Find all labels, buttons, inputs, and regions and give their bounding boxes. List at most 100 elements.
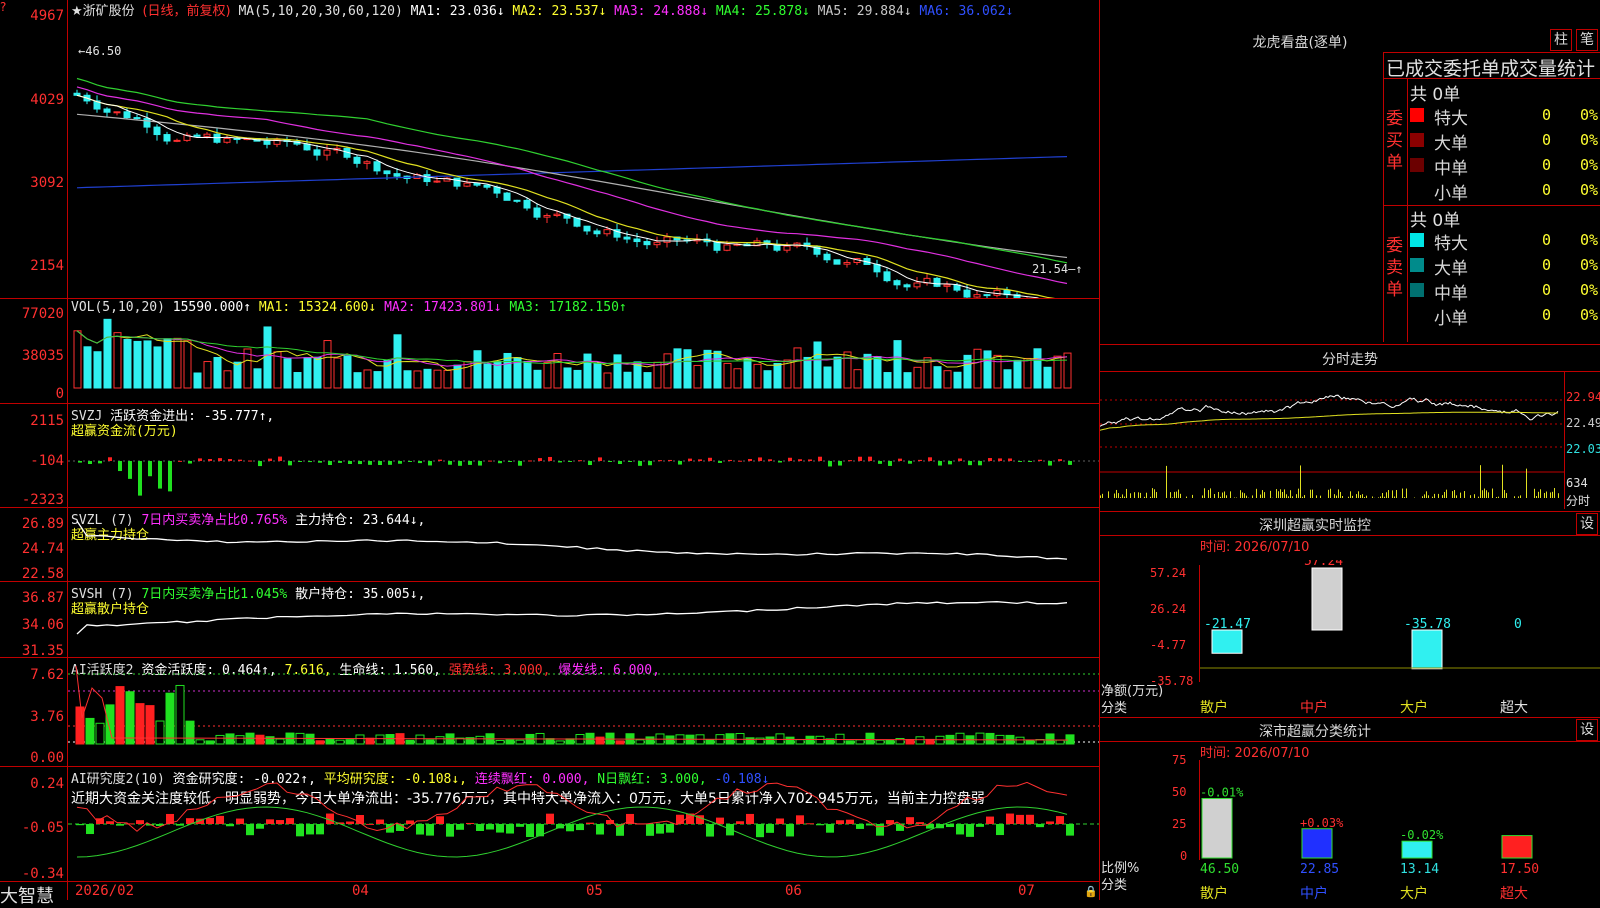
bar-view-button[interactable]: 柱 xyxy=(1550,29,1572,51)
svzl-chart[interactable] xyxy=(68,508,1099,581)
candle-body xyxy=(374,162,380,171)
activity-bar xyxy=(406,740,414,744)
fund-flow-bar xyxy=(528,460,532,461)
fund-flow-bar xyxy=(588,461,592,465)
intraday-vol-bar xyxy=(1334,494,1335,498)
activity-bar xyxy=(666,736,674,744)
intraday-vol-bar xyxy=(1446,490,1447,498)
fund-flow-bar xyxy=(428,461,432,465)
intraday-vol-bar xyxy=(1338,489,1339,498)
intraday-vol-bar xyxy=(1534,489,1535,498)
candlestick-chart[interactable] xyxy=(68,15,1099,298)
volume-bar xyxy=(174,338,181,388)
fund-flow-bar xyxy=(838,461,842,466)
fund-flow-bar xyxy=(88,461,92,464)
candle-body xyxy=(884,272,890,281)
candle-body xyxy=(904,285,910,287)
intraday-vol-bar xyxy=(1284,489,1285,498)
intraday-vol-bar xyxy=(1504,490,1505,498)
intraday-vol-bar xyxy=(1426,491,1427,498)
divider xyxy=(1100,511,1600,512)
candle-body xyxy=(354,157,360,163)
color-swatch xyxy=(1410,258,1424,272)
research-bar xyxy=(836,820,844,824)
sell-total: 共 0单 xyxy=(1410,206,1460,231)
intraday-vol-bar xyxy=(1140,493,1141,498)
fund-flow-bar xyxy=(188,461,192,464)
research-bar xyxy=(346,821,354,824)
category-label: 大户 xyxy=(1400,697,1428,717)
intraday-vol-bar xyxy=(1362,494,1363,498)
candle-body xyxy=(544,216,550,218)
volume-bar xyxy=(854,370,861,388)
volume-bar xyxy=(74,331,81,388)
intraday-vol-bar xyxy=(1502,465,1503,498)
classify-bar-chart[interactable]: -0.01%46.50+0.03%22.85-0.02%13.1417.50 xyxy=(1200,755,1600,883)
volume-chart[interactable] xyxy=(68,318,1099,403)
monitor-settings-button[interactable]: 设 xyxy=(1576,513,1598,535)
intraday-vol-bar xyxy=(1230,491,1231,498)
fund-flow-bar xyxy=(268,459,272,461)
fund-flow-bar xyxy=(1048,461,1052,466)
volume-bar xyxy=(594,363,601,388)
candle-body xyxy=(74,93,80,95)
intraday-title: 分时走势 xyxy=(1100,349,1600,369)
svsh-chart[interactable] xyxy=(68,582,1099,657)
research-bar xyxy=(856,824,864,829)
fund-flow-bar xyxy=(748,459,752,461)
buy-row: 特大00% xyxy=(1410,104,1600,128)
activity-bar xyxy=(386,735,394,744)
activity-bar xyxy=(1066,735,1074,744)
candle-body xyxy=(264,141,270,144)
activity-bar xyxy=(566,739,574,744)
monitor-bar-chart[interactable]: -21.4757.24-35.780 xyxy=(1200,560,1600,685)
fund-flow-bar xyxy=(638,461,642,466)
volume-bar xyxy=(224,371,231,388)
classify-settings-button[interactable]: 设 xyxy=(1576,719,1598,741)
intraday-vol-bar xyxy=(1214,494,1215,498)
intraday-chart[interactable] xyxy=(1100,372,1564,509)
app-name: 大智慧 xyxy=(0,882,54,908)
candle-body xyxy=(624,237,630,239)
research-bar xyxy=(916,822,924,824)
intraday-vol-bar xyxy=(1486,490,1487,498)
volume-bar xyxy=(884,373,891,388)
color-swatch xyxy=(1410,158,1424,172)
intraday-vol-bar xyxy=(1536,496,1537,498)
vol-ma1: MA1: 15324.600↓ xyxy=(259,300,376,315)
candle-body xyxy=(174,140,180,141)
intraday-vol-bar xyxy=(1360,495,1361,498)
ai2-chart[interactable] xyxy=(68,767,1099,881)
tick-view-button[interactable]: 笔 xyxy=(1576,29,1598,51)
activity-bar xyxy=(976,733,984,744)
intraday-vol-bar xyxy=(1434,494,1435,498)
intraday-vol-bar xyxy=(1456,495,1457,498)
volume-bar xyxy=(904,373,911,388)
svzj-chart[interactable] xyxy=(68,404,1099,507)
fund-flow-bar xyxy=(338,461,342,463)
fund-flow-bar xyxy=(698,459,702,461)
activity-bar xyxy=(956,733,964,744)
intraday-vol-bar xyxy=(1470,495,1471,498)
fund-flow-bar xyxy=(618,461,622,464)
price-axis-tick: 4029 xyxy=(2,92,64,108)
category-label: 大户 xyxy=(1400,883,1428,903)
row-count: 0 xyxy=(1542,181,1551,199)
volume-bar xyxy=(534,370,541,388)
research-bar xyxy=(796,815,804,824)
candle-body xyxy=(834,260,840,264)
research-bar xyxy=(706,824,714,837)
fund-flow-bar xyxy=(948,461,952,464)
intraday-vol-bar xyxy=(1474,494,1475,498)
row-pct: 0% xyxy=(1580,306,1598,324)
divider xyxy=(1100,741,1600,742)
research-bar xyxy=(426,824,434,836)
activity-bar xyxy=(326,739,334,744)
volume-bar xyxy=(744,359,751,388)
svzl-axis-tick: 24.74 xyxy=(2,541,64,557)
activity-bar xyxy=(786,737,794,744)
row-name: 小单 xyxy=(1434,304,1468,329)
ai1-chart[interactable] xyxy=(68,658,1099,766)
lock-icon[interactable]: 🔒 xyxy=(1084,885,1098,898)
intraday-vol-bar xyxy=(1244,493,1245,498)
